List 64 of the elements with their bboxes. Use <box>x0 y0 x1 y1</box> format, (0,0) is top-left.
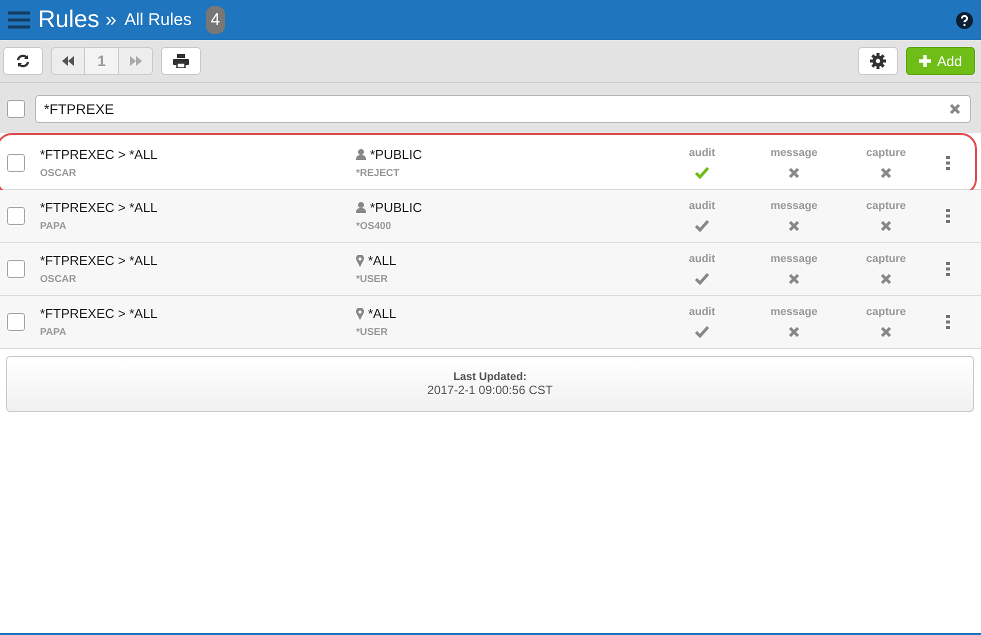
flag-label: message <box>770 306 818 318</box>
rule-target: *PUBLIC <box>370 147 422 162</box>
row-checkbox[interactable] <box>7 313 25 331</box>
rule-action: *OS400 <box>356 221 392 232</box>
flag-label: capture <box>866 306 906 318</box>
printer-icon <box>173 54 189 68</box>
map-pin-icon <box>356 254 364 266</box>
user-icon <box>356 149 366 160</box>
rule-owner: OSCAR <box>40 168 78 179</box>
help-icon[interactable] <box>956 12 973 28</box>
menu-icon[interactable] <box>8 11 30 29</box>
rule-target: *PUBLIC <box>370 200 422 215</box>
page-title: Rules <box>38 6 100 34</box>
rule-owner: PAPA <box>40 221 68 232</box>
more-icon[interactable] <box>946 315 950 329</box>
refresh-button[interactable] <box>3 47 43 75</box>
rule-name: *FTPREXEC > *ALL <box>40 306 158 321</box>
flag-label: audit <box>688 147 716 159</box>
row-checkbox[interactable] <box>7 207 25 225</box>
fast-forward-icon <box>128 56 142 66</box>
plus-icon <box>919 55 932 67</box>
flag-label: audit <box>688 253 716 265</box>
rule-row[interactable]: *FTPREXEC > *ALL OSCAR *ALL *USER audit message capture <box>0 243 981 296</box>
flag-label: capture <box>866 200 906 212</box>
rule-owner: OSCAR <box>40 274 78 285</box>
rule-row[interactable]: *FTPREXEC > *ALL PAPA *ALL *USER audit message capture <box>0 296 981 349</box>
rule-name: *FTPREXEC > *ALL <box>40 200 158 215</box>
refresh-icon <box>16 54 30 68</box>
flag-label: capture <box>866 147 906 159</box>
print-button[interactable] <box>161 47 201 75</box>
user-icon <box>356 202 366 213</box>
flag-label: message <box>770 200 818 212</box>
flag-label: message <box>770 253 818 265</box>
more-icon[interactable] <box>946 156 950 170</box>
rewind-icon <box>61 56 75 66</box>
flag-label: audit <box>688 200 716 212</box>
rule-name: *FTPREXEC > *ALL <box>40 253 158 268</box>
rule-action: *USER <box>356 274 389 285</box>
map-pin-icon <box>356 308 364 320</box>
flag-label: capture <box>866 253 906 265</box>
previous-page-button[interactable] <box>51 47 85 75</box>
rule-action: *USER <box>356 327 389 338</box>
rule-target: *ALL <box>368 306 396 321</box>
breadcrumb-separator: » <box>105 8 116 32</box>
last-updated-value: 2017-2-1 09:00:56 CST <box>427 383 553 397</box>
last-updated-label: Last Updated: <box>453 371 527 383</box>
rule-target: *ALL <box>368 253 396 268</box>
row-checkbox[interactable] <box>7 154 25 172</box>
rule-action: *REJECT <box>356 168 400 179</box>
count-badge: 4 <box>206 6 226 34</box>
page-subtitle: All Rules <box>124 10 192 30</box>
row-checkbox[interactable] <box>7 260 25 278</box>
flag-label: message <box>770 147 818 159</box>
settings-button[interactable] <box>858 47 898 75</box>
more-icon[interactable] <box>946 209 950 223</box>
more-icon[interactable] <box>946 262 950 276</box>
rule-row[interactable]: *FTPREXEC > *ALL PAPA *PUBLIC *OS400 audit message capture <box>0 190 981 243</box>
select-all-checkbox[interactable] <box>7 100 25 118</box>
filter-field[interactable]: *FTPREXE <box>35 95 971 123</box>
flag-label: audit <box>688 306 716 318</box>
rule-owner: PAPA <box>40 327 68 338</box>
settings-icon <box>870 53 886 69</box>
clear-icon[interactable] <box>949 103 961 115</box>
rule-name: *FTPREXEC > *ALL <box>40 147 158 162</box>
